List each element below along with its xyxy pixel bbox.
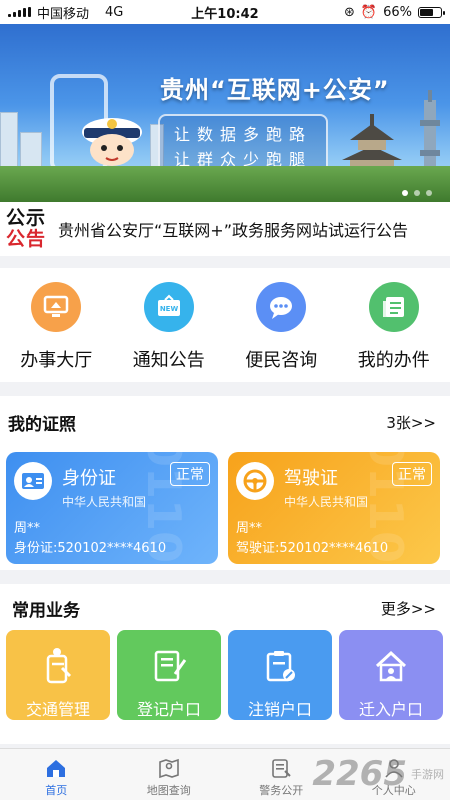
service-traffic[interactable]: 交通管理 xyxy=(6,630,110,720)
quick-item-label: 办事大厅 xyxy=(20,350,93,371)
move-in-house-icon xyxy=(375,650,407,682)
status-right: ⊛ ⏰ 66% xyxy=(292,4,445,20)
signal-icon xyxy=(8,7,31,17)
notice-badge-line1: 公示 xyxy=(6,207,47,229)
service-label: 登记户口 xyxy=(136,700,201,719)
quick-item-label: 我的办件 xyxy=(357,350,430,371)
home-icon xyxy=(47,760,66,777)
new-board-icon: NEW xyxy=(143,282,194,332)
clock: 上午10:42 xyxy=(191,6,259,22)
watermark-text: 手游网 xyxy=(411,767,444,781)
traffic-officer-icon xyxy=(46,648,72,684)
notice-badge: 公示 公告 xyxy=(6,208,50,250)
battery-icon xyxy=(418,6,445,18)
quick-item-label: 便民咨询 xyxy=(245,350,318,371)
cancel-clipboard-icon xyxy=(266,651,295,682)
chat-bubble-icon xyxy=(256,282,307,332)
police-bulletin-icon xyxy=(272,759,291,778)
map-icon xyxy=(158,758,179,779)
card-title: 驾驶证 xyxy=(284,468,338,489)
certificates-more-link[interactable]: 3张>> xyxy=(386,412,436,433)
section-header: 我的证照 3张>> xyxy=(0,410,450,435)
service-label: 交通管理 xyxy=(25,700,90,719)
carousel-dot[interactable] xyxy=(414,190,420,196)
card-number: 身份证:520102****4610 xyxy=(14,541,167,556)
carousel-dot[interactable] xyxy=(426,190,432,196)
service-move-in-hukou[interactable]: 迁入户口 xyxy=(339,630,443,720)
tab-label: 地图查询 xyxy=(146,784,191,797)
card-issuer: 中华人民共和国 xyxy=(284,495,369,509)
register-notebook-icon xyxy=(154,650,187,682)
rotation-lock-icon: ⊛ xyxy=(344,4,355,20)
service-label: 注销户口 xyxy=(247,700,312,719)
watermark-number: 2265 xyxy=(312,754,407,794)
status-bar: 中国移动 4G 上午10:42 ⊛ ⏰ 66% xyxy=(0,0,450,24)
banner-greenery xyxy=(0,166,450,202)
card-holder-name: 周** xyxy=(236,521,263,536)
tab-home[interactable]: 首页 xyxy=(0,749,113,800)
quick-item-service-hall[interactable]: 办事大厅 xyxy=(0,268,113,382)
building-shape xyxy=(0,112,18,172)
card-holder-name: 周** xyxy=(14,521,41,536)
services-more-link[interactable]: 更多>> xyxy=(381,598,436,619)
my-certificates-section: 我的证照 3张>> 0110 身份证 正常 中华人民共和国 周** 身份证:52… xyxy=(0,396,450,570)
card-status-badge: 正常 xyxy=(392,462,432,486)
section-title: 常用业务 xyxy=(12,601,80,621)
common-services-section: 常用业务 更多>> 交通管理 登记户口 注销户口 迁入户口 xyxy=(0,584,450,744)
carrier-label: 中国移动 xyxy=(37,6,90,22)
document-icon xyxy=(368,282,419,332)
steering-wheel-icon xyxy=(236,462,274,500)
banner-title: 贵州“互联网+公安” xyxy=(160,76,390,104)
notice-text[interactable]: 贵州省公安厅“互联网+”政务服务网站试运行公告 xyxy=(58,217,408,241)
tab-map-query[interactable]: 地图查询 xyxy=(113,749,226,800)
id-card-icon xyxy=(14,462,52,500)
card-number: 驾驶证:520102****4610 xyxy=(236,541,389,556)
site-watermark: 2265 手游网 xyxy=(312,754,444,794)
quick-item-my-cases[interactable]: 我的办件 xyxy=(338,268,450,382)
quick-menu: 办事大厅 NEW 通知公告 便民咨询 我的办件 xyxy=(0,268,450,382)
id-card[interactable]: 0110 身份证 正常 中华人民共和国 周** 身份证:520102****46… xyxy=(6,452,218,564)
quick-item-notices[interactable]: NEW 通知公告 xyxy=(113,268,226,382)
tab-label: 警务公开 xyxy=(259,784,304,797)
carousel-dots[interactable] xyxy=(402,190,432,196)
carousel-dot[interactable] xyxy=(402,190,408,196)
card-title: 身份证 xyxy=(62,468,116,489)
card-status-badge: 正常 xyxy=(170,462,210,486)
tab-label: 首页 xyxy=(45,784,68,797)
service-cancel-hukou[interactable]: 注销户口 xyxy=(228,630,332,720)
slogan-line: 让数据多跑路 xyxy=(173,125,312,144)
card-issuer: 中华人民共和国 xyxy=(62,495,147,509)
network-label: 4G xyxy=(105,4,124,20)
service-label: 迁入户口 xyxy=(358,700,423,719)
quick-item-consult[interactable]: 便民咨询 xyxy=(225,268,338,382)
section-header: 常用业务 更多>> xyxy=(0,596,450,621)
monitor-home-icon xyxy=(31,282,82,332)
service-register-hukou[interactable]: 登记户口 xyxy=(117,630,221,720)
svg-text:NEW: NEW xyxy=(160,305,179,313)
section-title: 我的证照 xyxy=(8,415,76,435)
status-left: 中国移动 4G xyxy=(8,3,158,22)
notice-badge-line2: 公告 xyxy=(6,228,47,250)
promo-banner[interactable]: 贵州“互联网+公安” 让数据多跑路 让群众少跑腿 xyxy=(0,24,450,202)
alarm-icon: ⏰ xyxy=(360,4,378,20)
driver-license-card[interactable]: 0110 驾驶证 正常 中华人民共和国 周** 驾驶证:520102****46… xyxy=(228,452,440,564)
notice-bar[interactable]: 公示 公告 贵州省公安厅“互联网+”政务服务网站试运行公告 xyxy=(0,202,450,256)
battery-level xyxy=(420,8,434,16)
battery-percent: 66% xyxy=(383,4,412,20)
quick-item-label: 通知公告 xyxy=(132,350,205,371)
